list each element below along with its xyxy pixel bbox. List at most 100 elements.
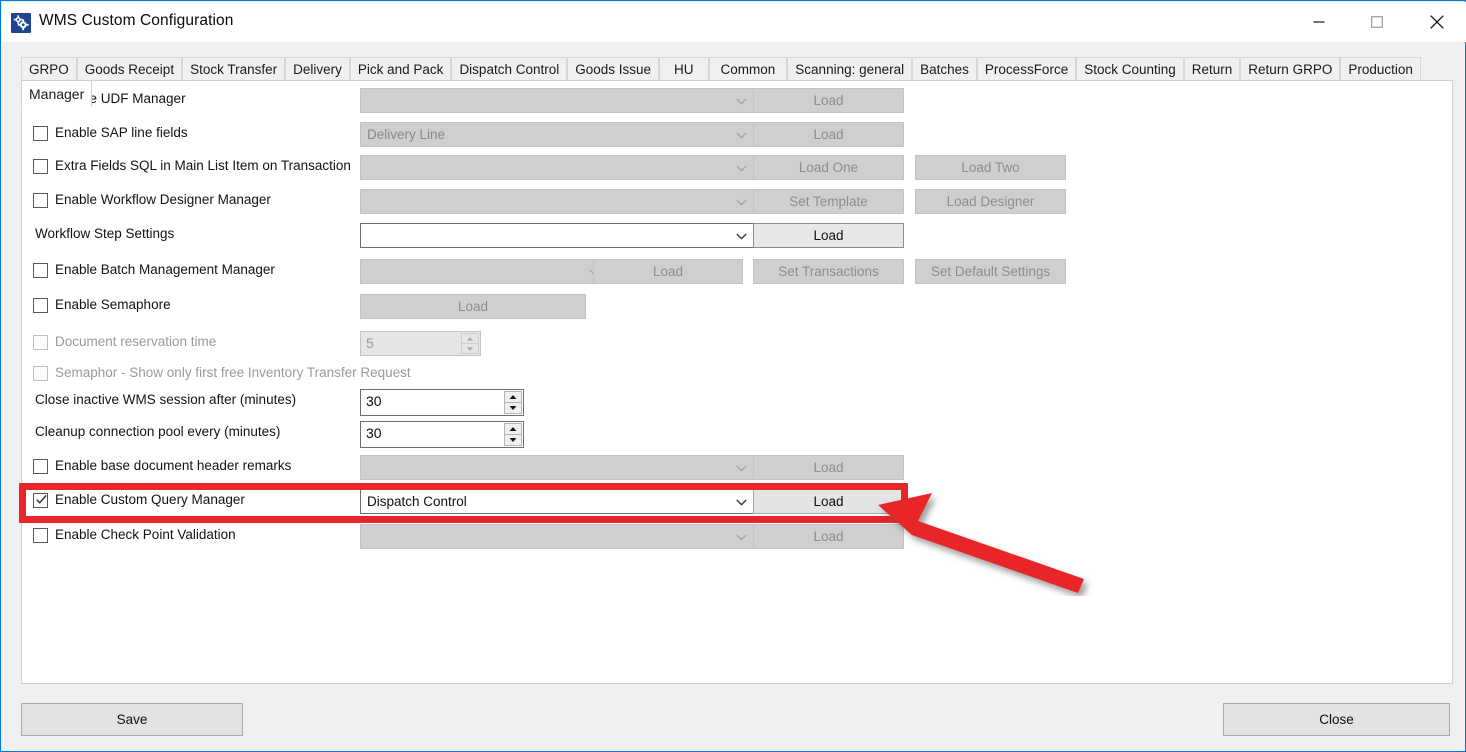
label-enable-semaphore: Enable Semaphore [55,297,171,312]
tab-delivery[interactable]: Delivery [285,57,350,80]
tab-label: Production [1348,62,1413,77]
spinner-down-icon[interactable] [504,434,522,446]
checkbox-document-reservation-time[interactable] [33,335,48,350]
spinner-buttons[interactable] [504,423,522,446]
button-load-sap-line-fields[interactable]: Load [753,122,904,147]
row-base-document-header-remarks: Enable base document header remarks Load [22,455,1452,481]
row-workflow-step-settings: Workflow Step Settings Load [22,223,1452,249]
button-load-two[interactable]: Load Two [915,155,1066,180]
spinner-down-icon[interactable] [461,343,479,354]
combo-custom-query-manager[interactable]: Dispatch Control [360,489,754,514]
tab-scanning-general[interactable]: Scanning: general [787,57,912,80]
button-set-default-settings[interactable]: Set Default Settings [915,259,1066,284]
tab-label: Manager [29,86,84,102]
checkbox-batch-management-manager[interactable] [33,263,48,278]
tab-processforce[interactable]: ProcessForce [977,57,1076,80]
tab-stock-counting[interactable]: Stock Counting [1076,57,1184,80]
tab-label: Goods Issue [575,62,651,77]
label-cleanup-connection-pool: Cleanup connection pool every (minutes) [35,424,280,439]
tab-label: Scanning: general [795,62,904,77]
tab-common[interactable]: Common [709,57,788,80]
spinner-value: 30 [366,425,382,441]
button-load-semaphore[interactable]: Load [360,294,586,319]
label-extra-fields-sql: Extra Fields SQL in Main List Item on Tr… [55,158,351,173]
button-set-transactions[interactable]: Set Transactions [753,259,904,284]
tab-strip: GRPOGoods ReceiptStock TransferDeliveryP… [21,57,1453,81]
maximize-icon[interactable] [1354,3,1400,41]
row-extra-fields-sql: Extra Fields SQL in Main List Item on Tr… [22,155,1452,181]
tab-return-grpo[interactable]: Return GRPO [1240,57,1340,80]
label-semaphor-first-free: Semaphor - Show only first free Inventor… [55,365,411,380]
tab-dispatch-control[interactable]: Dispatch Control [451,57,567,80]
button-load-udf-manager[interactable]: Load [753,88,904,113]
chevron-down-icon [736,493,747,511]
tab-manager[interactable]: Manager [21,80,92,107]
label-document-reservation-time: Document reservation time [55,334,216,349]
spinner-close-inactive-session[interactable]: 30 [360,389,524,416]
chevron-down-icon [736,126,747,144]
tab-production[interactable]: Production [1340,57,1421,80]
checkbox-enable-custom-query-manager[interactable] [33,493,48,508]
row-workflow-designer-manager: Enable Workflow Designer Manager Set Tem… [22,189,1452,215]
combo-batch-management[interactable] [360,259,607,284]
checkbox-enable-sap-line-fields[interactable] [33,126,48,141]
row-semaphor-first-free: Semaphor - Show only first free Inventor… [22,362,1452,388]
tab-label: Return [1192,62,1233,77]
spinner-down-icon[interactable] [504,402,522,414]
checkbox-enable-check-point-validation[interactable] [33,528,48,543]
button-load-designer[interactable]: Load Designer [915,189,1066,214]
tab-return[interactable]: Return [1184,57,1241,80]
combo-sap-line-fields[interactable]: Delivery Line [360,122,754,147]
tab-label: GRPO [29,62,69,77]
row-enable-check-point-validation: Enable Check Point Validation Load [22,524,1452,550]
spinner-up-icon[interactable] [461,333,479,343]
button-load-check-point-validation[interactable]: Load [753,524,904,549]
checkbox-base-document-header-remarks[interactable] [33,459,48,474]
checkbox-workflow-designer-manager[interactable] [33,193,48,208]
checkbox-semaphor-first-free[interactable] [33,366,48,381]
save-button[interactable]: Save [21,703,243,736]
tab-hu[interactable]: HU [659,57,709,80]
button-load-batch-management[interactable]: Load [593,259,743,284]
button-load-base-document-header-remarks[interactable]: Load [753,455,904,480]
button-label: Load Designer [947,194,1035,209]
app-gears-icon [11,13,31,33]
combo-extra-fields-sql[interactable] [360,155,754,180]
tab-label: Goods Receipt [85,62,174,77]
button-load-workflow-step-settings[interactable]: Load [753,223,904,248]
spinner-cleanup-connection-pool[interactable]: 30 [360,421,524,448]
button-label: Load [653,264,683,279]
button-set-template[interactable]: Set Template [753,189,904,214]
combo-udf-manager[interactable] [360,88,754,113]
tab-grpo[interactable]: GRPO [21,57,77,80]
combo-base-document-header-remarks[interactable] [360,455,754,480]
minimize-icon[interactable] [1296,3,1342,41]
tab-batches[interactable]: Batches [912,57,977,80]
spinner-buttons[interactable] [461,333,479,354]
combo-check-point-validation[interactable] [360,524,754,549]
combo-workflow-step-settings[interactable] [360,223,754,248]
spinner-up-icon[interactable] [504,423,522,434]
close-icon[interactable] [1414,3,1460,41]
combo-value: Dispatch Control [367,494,467,509]
spinner-document-reservation-time[interactable]: 5 [360,331,481,356]
button-label: Set Template [789,194,868,209]
tab-goods-issue[interactable]: Goods Issue [567,57,659,80]
button-load-one[interactable]: Load One [753,155,904,180]
row-enable-sap-line-fields: Enable SAP line fields Delivery Line Loa… [22,122,1452,148]
checkbox-extra-fields-sql[interactable] [33,159,48,174]
spinner-buttons[interactable] [504,391,522,414]
combo-value: Delivery Line [367,127,445,142]
tab-pick-and-pack[interactable]: Pick and Pack [350,57,452,80]
tab-goods-receipt[interactable]: Goods Receipt [77,57,182,80]
tab-label: Stock Counting [1084,62,1176,77]
tab-stock-transfer[interactable]: Stock Transfer [182,57,285,80]
combo-workflow-designer[interactable] [360,189,754,214]
button-load-custom-query-manager[interactable]: Load [753,489,904,514]
tab-label: Dispatch Control [459,62,559,77]
button-label: Load [813,127,843,142]
checkbox-enable-semaphore[interactable] [33,298,48,313]
close-button[interactable]: Close [1223,703,1450,736]
button-label: Load Two [961,160,1019,175]
spinner-up-icon[interactable] [504,391,522,402]
